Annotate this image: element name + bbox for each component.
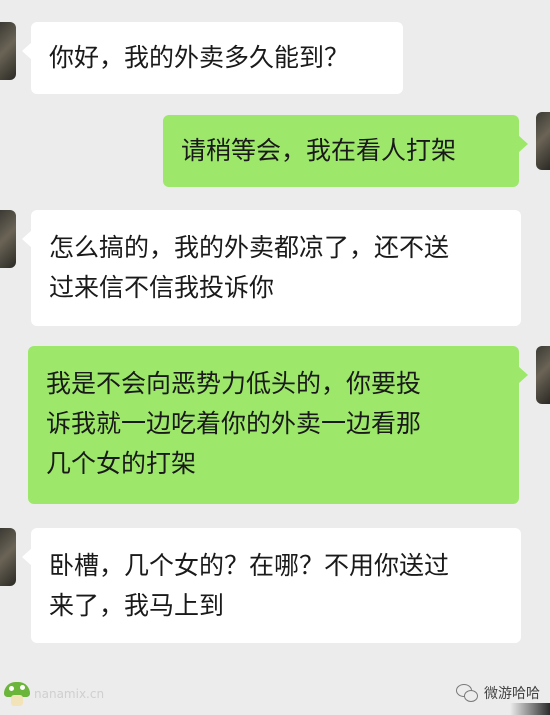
message-bubble-outgoing[interactable]: 我是不会向恶势力低头的，你要投 诉我就一边吃着你的外卖一边看那 几个女的打架 — [28, 346, 528, 504]
message-bubble-incoming[interactable]: 怎么搞的，我的外卖都凉了，还不送 过来信不信我投诉你 — [22, 210, 521, 326]
message-text: 几个女的打架 — [46, 449, 197, 478]
corner-shadow — [510, 703, 550, 715]
avatar-self[interactable] — [536, 346, 550, 404]
mushroom-logo-icon — [4, 682, 30, 706]
message-bubble-outgoing[interactable]: 请稍等会，我在看人打架 — [163, 115, 528, 187]
watermark-right: 微游哈哈 — [456, 683, 540, 703]
message-text: 怎么搞的，我的外卖都凉了，还不送 — [49, 233, 450, 262]
message-text: 卧槽，几个女的？在哪？不用你送过 — [49, 551, 450, 580]
message-text: 过来信不信我投诉你 — [49, 273, 275, 302]
watermark-left-text: nanamix.cn — [34, 687, 105, 701]
avatar-contact[interactable] — [0, 210, 16, 268]
avatar-contact[interactable] — [0, 22, 16, 80]
avatar-self[interactable] — [536, 112, 550, 170]
message-text: 来了，我马上到 — [49, 591, 225, 620]
watermark-left: nanamix.cn — [4, 681, 104, 707]
message-bubble-incoming[interactable]: 卧槽，几个女的？在哪？不用你送过 来了，我马上到 — [22, 528, 521, 643]
message-text: 诉我就一边吃着你的外卖一边看那 — [46, 409, 422, 438]
message-text: 请稍等会，我在看人打架 — [181, 136, 457, 165]
avatar-contact[interactable] — [0, 528, 16, 586]
watermark-right-text: 微游哈哈 — [484, 686, 540, 702]
wechat-icon — [456, 684, 478, 702]
message-text: 你好，我的外卖多久能到？ — [49, 43, 350, 72]
message-text: 我是不会向恶势力低头的，你要投 — [46, 369, 422, 398]
message-bubble-incoming[interactable]: 你好，我的外卖多久能到？ — [22, 22, 403, 94]
